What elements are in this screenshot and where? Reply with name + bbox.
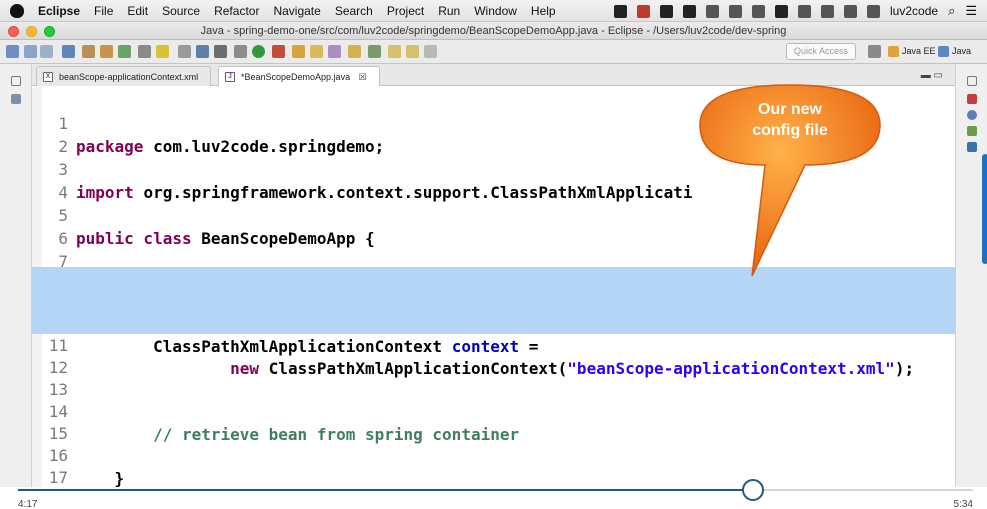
code-line-13[interactable]: 13 — [32, 355, 955, 399]
search-toolbar-icon[interactable] — [348, 45, 361, 58]
annotation-icon[interactable] — [156, 45, 169, 58]
tab-applicationcontext-xml[interactable]: X beanScope-applicationContext.xml — [36, 66, 212, 86]
code-line-15[interactable]: 15 — [32, 399, 955, 443]
run-icon[interactable] — [252, 45, 265, 58]
right-trim-bar — [955, 64, 987, 489]
build-icon[interactable] — [100, 45, 113, 58]
menu-search[interactable]: Search — [335, 4, 373, 18]
open-folder-icon[interactable] — [310, 45, 323, 58]
callout-bubble: Our new config file — [699, 84, 881, 277]
open-perspective-icon[interactable] — [868, 45, 881, 58]
tab-beanscopedemoapp-java[interactable]: J *BeanScopeDemoApp.java ☒ — [218, 66, 380, 86]
timemachine-icon[interactable] — [752, 4, 766, 18]
package-explorer-icon[interactable] — [11, 94, 21, 104]
menu-source[interactable]: Source — [162, 4, 200, 18]
callout-line-2: config file — [752, 122, 828, 139]
code-line-18[interactable]: 18 } — [32, 465, 955, 487]
coverage-icon[interactable] — [138, 45, 151, 58]
minimize-maximize-icons[interactable]: ▬ ▭ — [921, 70, 943, 81]
code-line-16[interactable]: 16 } — [32, 421, 955, 487]
apple-icon[interactable] — [10, 3, 24, 18]
console-view-icon[interactable] — [967, 142, 977, 152]
code-line-12[interactable]: 12 — [32, 333, 955, 377]
video-player-bar: 4:17 5:34 — [0, 479, 987, 509]
volume-icon[interactable] — [867, 4, 881, 18]
restore-right-icon[interactable] — [967, 76, 977, 86]
tray-icon-8[interactable] — [775, 4, 789, 18]
new-project-icon[interactable] — [292, 45, 305, 58]
progress-track[interactable] — [18, 479, 973, 501]
clock-icon[interactable] — [729, 4, 743, 18]
restore-icon[interactable] — [11, 76, 21, 86]
menu-help[interactable]: Help — [531, 4, 556, 18]
quick-access-input[interactable]: Quick Access — [786, 43, 856, 60]
scrollbar-thumb[interactable] — [982, 154, 987, 264]
menu-navigate[interactable]: Navigate — [273, 4, 320, 18]
callout-line-1: Our new — [758, 101, 823, 118]
wifi-icon[interactable] — [821, 4, 835, 18]
progress-knob[interactable] — [742, 479, 765, 501]
menu-user[interactable]: luv2code — [890, 4, 938, 18]
java-perspective-icon — [938, 46, 949, 57]
toolbar: Quick Access Java EE Java — [0, 40, 987, 64]
problems-icon[interactable] — [967, 94, 977, 104]
window-minimize-button[interactable] — [26, 26, 37, 37]
menu-app-name[interactable]: Eclipse — [38, 4, 80, 18]
code-line-10[interactable]: 10 ClassPathXmlApplicationContext contex… — [32, 289, 955, 356]
time-total: 5:34 — [953, 499, 973, 509]
console-icon[interactable] — [62, 45, 75, 58]
menu-edit[interactable]: Edit — [127, 4, 148, 18]
code-line-14[interactable]: 14 // retrieve bean from spring containe… — [32, 377, 955, 444]
progress-fill — [18, 489, 754, 491]
next-annotation-icon[interactable] — [368, 45, 381, 58]
perspective-java[interactable]: Java — [936, 43, 971, 60]
menu-file[interactable]: File — [94, 4, 113, 18]
tray-icon-2[interactable] — [637, 4, 651, 18]
time-elapsed: 4:17 — [18, 499, 38, 509]
menu-run[interactable]: Run — [438, 4, 460, 18]
save-icon[interactable] — [24, 45, 37, 58]
java-file-icon: J — [225, 72, 235, 82]
window-title: Java - spring-demo-one/src/com/luv2code/… — [200, 25, 787, 37]
window-icon[interactable] — [196, 45, 209, 58]
menu-project[interactable]: Project — [387, 4, 424, 18]
open-type-icon[interactable] — [328, 45, 341, 58]
new-server-icon[interactable] — [118, 45, 131, 58]
last-edit-icon[interactable] — [388, 45, 401, 58]
back-icon[interactable] — [406, 45, 419, 58]
code-line-11[interactable]: 11 new ClassPathXmlApplicationContext("b… — [32, 311, 955, 378]
tab-close-icon[interactable]: ☒ — [359, 72, 367, 82]
window-zoom-button[interactable] — [44, 26, 55, 37]
pin-icon[interactable] — [178, 45, 191, 58]
layout-icon[interactable] — [214, 45, 227, 58]
save-all-icon[interactable] — [40, 45, 53, 58]
tray-icon-5[interactable] — [706, 4, 720, 18]
code-line-17[interactable]: 17 — [32, 443, 955, 487]
bluetooth-icon[interactable] — [798, 4, 812, 18]
javadoc-icon[interactable] — [967, 110, 977, 120]
window-titlebar: Java - spring-demo-one/src/com/luv2code/… — [0, 22, 987, 40]
menubar: Eclipse File Edit Source Refactor Naviga… — [0, 0, 987, 22]
tray-icon-3[interactable] — [660, 4, 674, 18]
declaration-icon[interactable] — [967, 126, 977, 136]
debug-icon[interactable] — [234, 45, 247, 58]
xml-file-icon: X — [43, 72, 53, 82]
external-tools-icon[interactable] — [272, 45, 285, 58]
menu-list-icon[interactable]: ☰ — [965, 3, 977, 19]
menu-window[interactable]: Window — [474, 4, 517, 18]
spotlight-icon[interactable]: ⌕ — [948, 3, 955, 19]
left-trim-bar — [0, 64, 32, 489]
window-close-button[interactable] — [8, 26, 19, 37]
eject-icon[interactable] — [844, 4, 858, 18]
skip-breakpoints-icon[interactable] — [82, 45, 95, 58]
forward-icon[interactable] — [424, 45, 437, 58]
new-icon[interactable] — [6, 45, 19, 58]
perspective-javaee[interactable]: Java EE — [886, 43, 936, 60]
camera-icon[interactable] — [683, 4, 697, 18]
javaee-icon — [888, 46, 899, 57]
tray-icon-1[interactable] — [614, 4, 628, 18]
menu-refactor[interactable]: Refactor — [214, 4, 259, 18]
